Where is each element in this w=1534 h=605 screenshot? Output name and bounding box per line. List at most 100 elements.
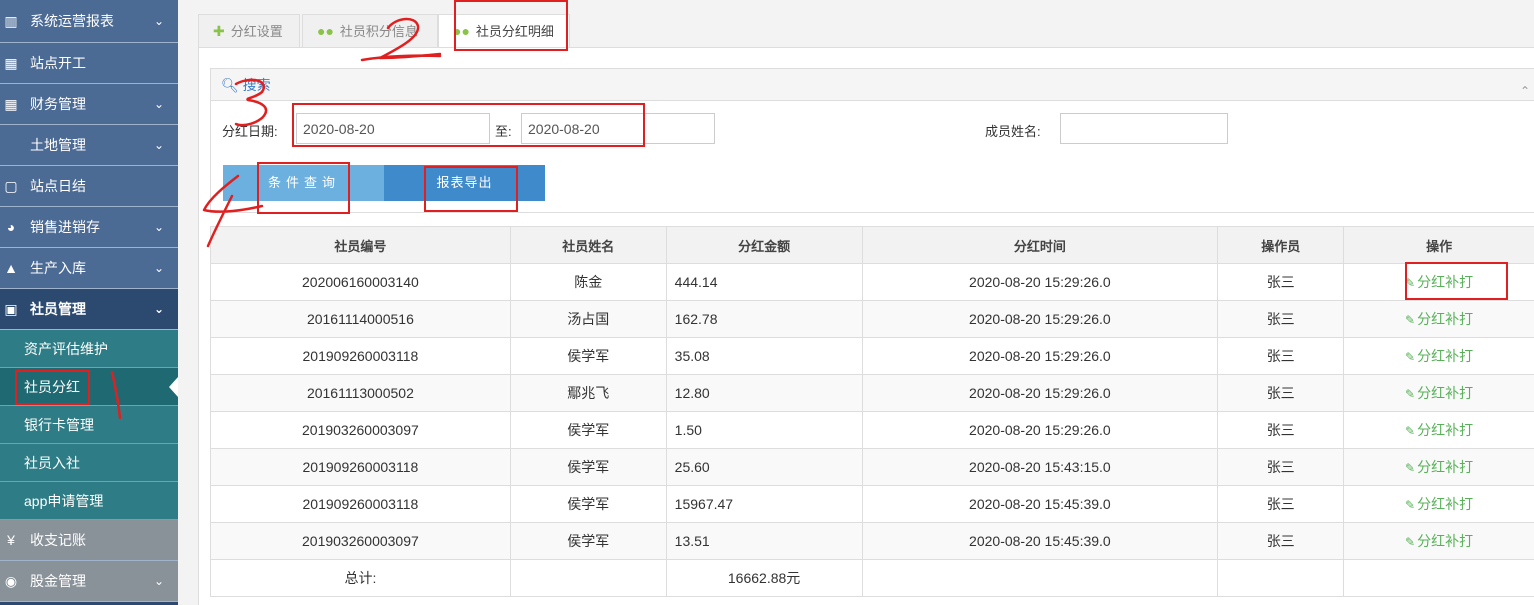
pencil-icon: ✎: [1405, 350, 1416, 364]
action-cell: ✎ 分红补打: [1343, 448, 1534, 486]
bar-chart-icon: ▥: [4, 13, 18, 29]
member-id-cell: 202006160003140: [210, 263, 511, 301]
search-panel: 🔍︎ 搜索 ⌃ 分红日期: 至: 成员姓名: 条件查询 报表导出: [210, 68, 1534, 213]
nav-item-production[interactable]: ▲ 生产入库 ⌄: [0, 248, 178, 289]
nav-item-site-start[interactable]: ▦ 站点开工: [0, 43, 178, 84]
operator-cell: 张三: [1217, 337, 1345, 375]
sub-item-member-join[interactable]: 社员入社: [0, 444, 178, 482]
tab-dividend-settings[interactable]: ✚ 分红设置: [198, 14, 300, 48]
column-header[interactable]: 社员姓名: [509, 226, 667, 264]
nav-item-bookkeeping[interactable]: ¥ 收支记账: [0, 520, 178, 561]
nav-item-land[interactable]: 土地管理 ⌄: [0, 125, 178, 166]
column-header[interactable]: 分红时间: [861, 226, 1219, 264]
nav-item-site-daily[interactable]: ▢ 站点日结: [0, 166, 178, 207]
member-id-cell: 20161114000516: [210, 300, 511, 338]
sub-item-label: 社员分红: [24, 379, 80, 395]
tab-dividend-detail[interactable]: ●● 社员分红明细: [438, 14, 570, 48]
column-header[interactable]: 操作员: [1217, 226, 1345, 264]
sub-item-bank-card[interactable]: 银行卡管理: [0, 406, 178, 444]
nav-item-member-mgmt[interactable]: ▣ 社员管理 ⌄: [0, 289, 178, 330]
reprint-link[interactable]: ✎ 分红补打: [1405, 311, 1473, 327]
pencil-icon: ✎: [1405, 498, 1416, 512]
sub-item-asset-eval[interactable]: 资产评估维护: [0, 330, 178, 368]
time-cell: 2020-08-20 15:29:26.0: [861, 411, 1219, 449]
operator-cell: 张三: [1217, 411, 1345, 449]
nav-item-finance[interactable]: ▦ 财务管理 ⌄: [0, 84, 178, 125]
calendar-icon: ▦: [4, 55, 18, 71]
action-cell: ✎ 分红补打: [1343, 263, 1534, 301]
reprint-link[interactable]: ✎ 分红补打: [1405, 422, 1473, 438]
tab-member-points[interactable]: ●● 社员积分信息: [302, 14, 438, 48]
database-icon: ◉: [4, 573, 18, 589]
chevron-down-icon: ⌄: [153, 302, 164, 316]
reprint-link[interactable]: ✎ 分红补打: [1405, 274, 1473, 290]
reprint-link[interactable]: ✎ 分红补打: [1405, 496, 1473, 512]
reprint-link[interactable]: ✎ 分红补打: [1405, 348, 1473, 364]
reprint-link[interactable]: ✎ 分红补打: [1405, 533, 1473, 549]
nav-item-label: 站点日结: [30, 178, 86, 194]
sub-item-label: 社员入社: [24, 455, 80, 471]
nav-item-label: 站点开工: [30, 55, 86, 71]
member-id-cell: 201909260003118: [210, 337, 511, 375]
search-icon: 🔍︎: [221, 77, 239, 93]
reprint-label: 分红补打: [1417, 274, 1474, 290]
name-label: 成员姓名:: [985, 124, 1041, 139]
reprint-label: 分红补打: [1417, 459, 1474, 475]
to-label: 至:: [495, 124, 512, 139]
action-cell: ✎ 分红补打: [1343, 300, 1534, 338]
nav-item-shares[interactable]: ◉ 股金管理 ⌄: [0, 561, 178, 602]
action-cell: ✎ 分红补打: [1343, 337, 1534, 375]
search-title: 搜索: [242, 77, 271, 93]
time-cell: 2020-08-20 15:45:39.0: [861, 485, 1219, 523]
date-from-input[interactable]: [296, 113, 490, 144]
member-id-cell: 201909260003118: [210, 448, 511, 486]
amount-cell: 25.60: [665, 448, 863, 486]
table-row: 20161113000502 鄢兆飞 12.80 2020-08-20 15:2…: [210, 374, 1534, 412]
chevron-down-icon: ⌄: [153, 574, 164, 588]
collapse-icon[interactable]: ⌃: [1520, 75, 1530, 107]
date-to-input[interactable]: [521, 113, 715, 144]
dividend-table: 社员编号 社员姓名 分红金额 分红时间 操作员 操作 2020061600031…: [210, 226, 1534, 597]
table-icon: ▦: [4, 96, 18, 112]
sub-item-label: 资产评估维护: [24, 341, 108, 357]
operator-cell: 张三: [1217, 263, 1345, 301]
search-header[interactable]: 🔍︎ 搜索 ⌃: [211, 69, 1534, 101]
sub-item-member-dividend[interactable]: 社员分红: [0, 368, 178, 406]
member-name-input[interactable]: [1060, 113, 1228, 144]
table-row: 201909260003118 侯学军 15967.47 2020-08-20 …: [210, 485, 1534, 523]
nav-item-label: 股金管理: [30, 573, 86, 589]
chevron-down-icon: ⌄: [153, 14, 164, 28]
nav-item-label: 销售进销存: [30, 219, 100, 235]
column-header[interactable]: 分红金额: [665, 226, 863, 264]
total-empty-cell: [1343, 559, 1534, 597]
bank-icon: ▲: [4, 260, 18, 276]
action-cell: ✎ 分红补打: [1343, 485, 1534, 523]
query-button[interactable]: 条件查询: [223, 165, 385, 201]
tab-label: 社员分红明细: [475, 24, 554, 39]
yen-icon: ¥: [7, 532, 15, 548]
sub-item-app-apply[interactable]: app申请管理: [0, 482, 178, 520]
tab-label: 社员积分信息: [339, 24, 418, 39]
export-button[interactable]: 报表导出: [384, 165, 545, 201]
nav-item-sales-inventory[interactable]: ◕ 销售进销存 ⌄: [0, 207, 178, 248]
active-indicator: [169, 377, 178, 397]
date-label: 分红日期:: [222, 124, 278, 139]
member-name-cell: 侯学军: [509, 522, 667, 560]
operator-cell: 张三: [1217, 485, 1345, 523]
nav-item-system-report[interactable]: ▥ 系统运营报表 ⌄: [0, 0, 178, 43]
chevron-down-icon: ⌄: [153, 220, 164, 234]
reprint-link[interactable]: ✎ 分红补打: [1405, 385, 1473, 401]
member-name-cell: 侯学军: [509, 337, 667, 375]
member-id-cell: 201903260003097: [210, 522, 511, 560]
amount-cell: 12.80: [665, 374, 863, 412]
operator-cell: 张三: [1217, 374, 1345, 412]
calendar-icon: ▢: [4, 178, 18, 194]
pencil-icon: ✎: [1405, 387, 1416, 401]
column-header[interactable]: 社员编号: [210, 226, 511, 264]
users-icon: ●●: [317, 23, 334, 39]
column-header[interactable]: 操作: [1343, 226, 1534, 264]
table-row: 20161114000516 汤占国 162.78 2020-08-20 15:…: [210, 300, 1534, 338]
action-cell: ✎ 分红补打: [1343, 411, 1534, 449]
nav-item-label: 土地管理: [30, 137, 86, 153]
reprint-link[interactable]: ✎ 分红补打: [1405, 459, 1473, 475]
